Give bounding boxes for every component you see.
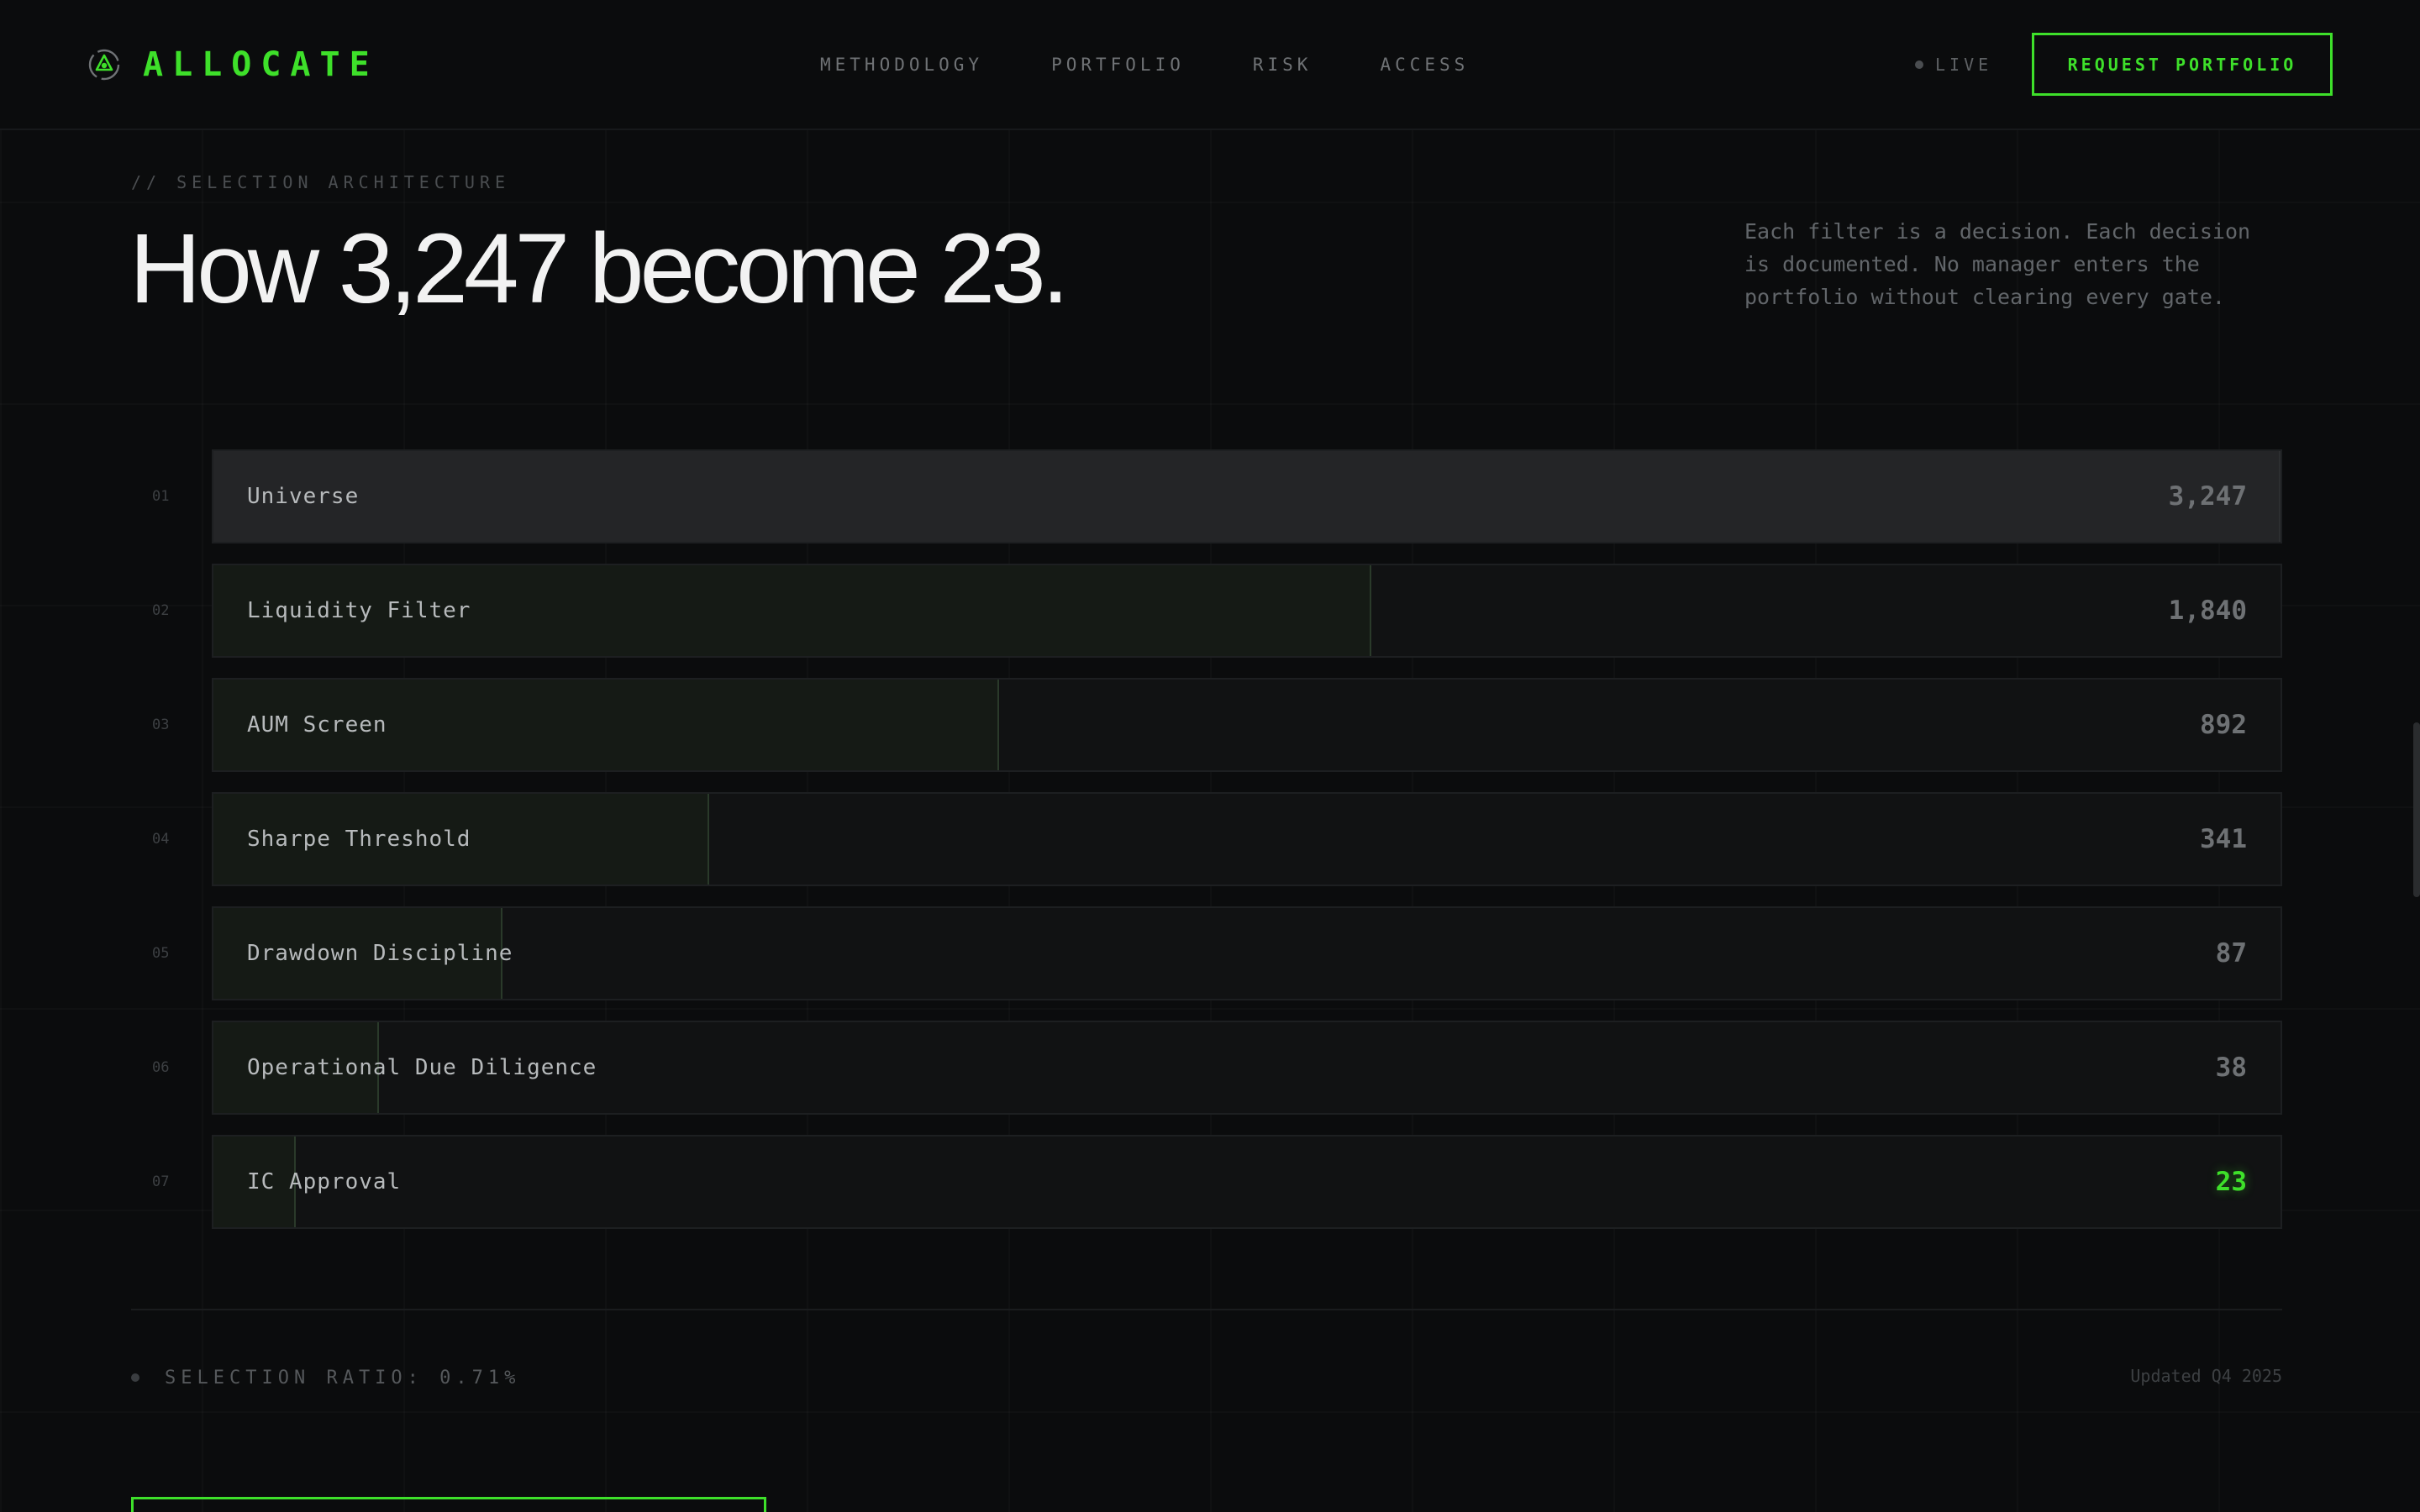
funnel-stage-label: AUM Screen <box>247 712 387 738</box>
funnel-row: 02 Liquidity Filter 1,840 <box>0 564 2420 658</box>
funnel-row: 03 AUM Screen 892 <box>0 678 2420 772</box>
nav-link-portfolio[interactable]: PORTFOLIO <box>1051 50 1185 79</box>
request-portfolio-button[interactable]: REQUEST PORTFOLIO <box>2032 33 2333 96</box>
funnel-stage-count: 23 <box>2215 1167 2247 1197</box>
brand-name: ALLOCATE <box>143 45 379 84</box>
brand-logo-link[interactable]: ALLOCATE <box>87 44 379 86</box>
ratio-dot-icon <box>131 1373 139 1382</box>
funnel-stage-count: 341 <box>2200 824 2247 854</box>
funnel-row: 01 Universe 3,247 <box>0 449 2420 543</box>
funnel-bar-track: Liquidity Filter 1,840 <box>212 564 2282 658</box>
top-navigation-bar: ALLOCATE METHODOLOGY PORTFOLIO RISK ACCE… <box>0 0 2420 130</box>
section-divider <box>131 1309 2282 1310</box>
funnel-stage-label: Sharpe Threshold <box>247 827 471 852</box>
funnel-stage-label: Liquidity Filter <box>247 598 471 623</box>
funnel-bar-track: Sharpe Threshold 341 <box>212 792 2282 886</box>
bottom-outlined-panel[interactable] <box>131 1497 766 1512</box>
live-status-dot-icon <box>1915 60 1923 69</box>
live-status-label: LIVE <box>1935 55 1993 75</box>
funnel-row-index: 02 <box>152 602 170 619</box>
funnel-stage-count: 892 <box>2200 710 2247 740</box>
funnel-stage-label: Operational Due Diligence <box>247 1055 597 1080</box>
funnel-bar-track: AUM Screen 892 <box>212 678 2282 772</box>
funnel-row-index: 01 <box>152 488 170 505</box>
funnel-bar-track: Operational Due Diligence 38 <box>212 1021 2282 1115</box>
funnel-row-index: 07 <box>152 1173 170 1190</box>
funnel-row-index: 05 <box>152 945 170 962</box>
main-nav: METHODOLOGY PORTFOLIO RISK ACCESS <box>820 50 1469 79</box>
funnel-bar-track: IC Approval 23 <box>212 1135 2282 1229</box>
funnel-bar-track: Drawdown Discipline 87 <box>212 906 2282 1000</box>
funnel-bar-track: Universe 3,247 <box>212 449 2282 543</box>
funnel-stage-count: 38 <box>2215 1053 2247 1083</box>
nav-link-risk[interactable]: RISK <box>1253 50 1313 79</box>
funnel-row: 04 Sharpe Threshold 341 <box>0 792 2420 886</box>
funnel-stage-count: 3,247 <box>2168 481 2247 512</box>
section-eyebrow: // SELECTION ARCHITECTURE <box>131 172 511 192</box>
funnel-bar <box>213 451 2281 542</box>
selection-ratio: SELECTION RATIO: 0.71% <box>131 1365 520 1390</box>
page-scrollbar[interactable] <box>2413 722 2420 897</box>
funnel-stage-label: Drawdown Discipline <box>247 941 513 966</box>
page-title: How 3,247 become 23. <box>129 213 1070 324</box>
selection-ratio-label: SELECTION RATIO: 0.71% <box>165 1367 521 1389</box>
section-intro: Each filter is a decision. Each decision… <box>1744 219 2251 309</box>
allocate-logo-icon <box>88 49 120 81</box>
nav-link-access[interactable]: ACCESS <box>1380 50 1469 79</box>
funnel-stage-label: Universe <box>247 484 360 509</box>
funnel-row-index: 03 <box>152 717 170 733</box>
funnel-row-index: 04 <box>152 831 170 848</box>
live-status: LIVE <box>1915 50 1992 79</box>
updated-timestamp: Updated Q4 2025 <box>2130 1366 2282 1386</box>
nav-link-methodology[interactable]: METHODOLOGY <box>820 50 983 79</box>
funnel-stage-label: IC Approval <box>247 1169 402 1194</box>
funnel-row: 07 IC Approval 23 <box>0 1135 2420 1229</box>
funnel-row: 05 Drawdown Discipline 87 <box>0 906 2420 1000</box>
funnel-row-index: 06 <box>152 1059 170 1076</box>
funnel-row: 06 Operational Due Diligence 38 <box>0 1021 2420 1115</box>
funnel-stage-count: 87 <box>2215 938 2247 969</box>
funnel-stage-count: 1,840 <box>2168 596 2247 626</box>
